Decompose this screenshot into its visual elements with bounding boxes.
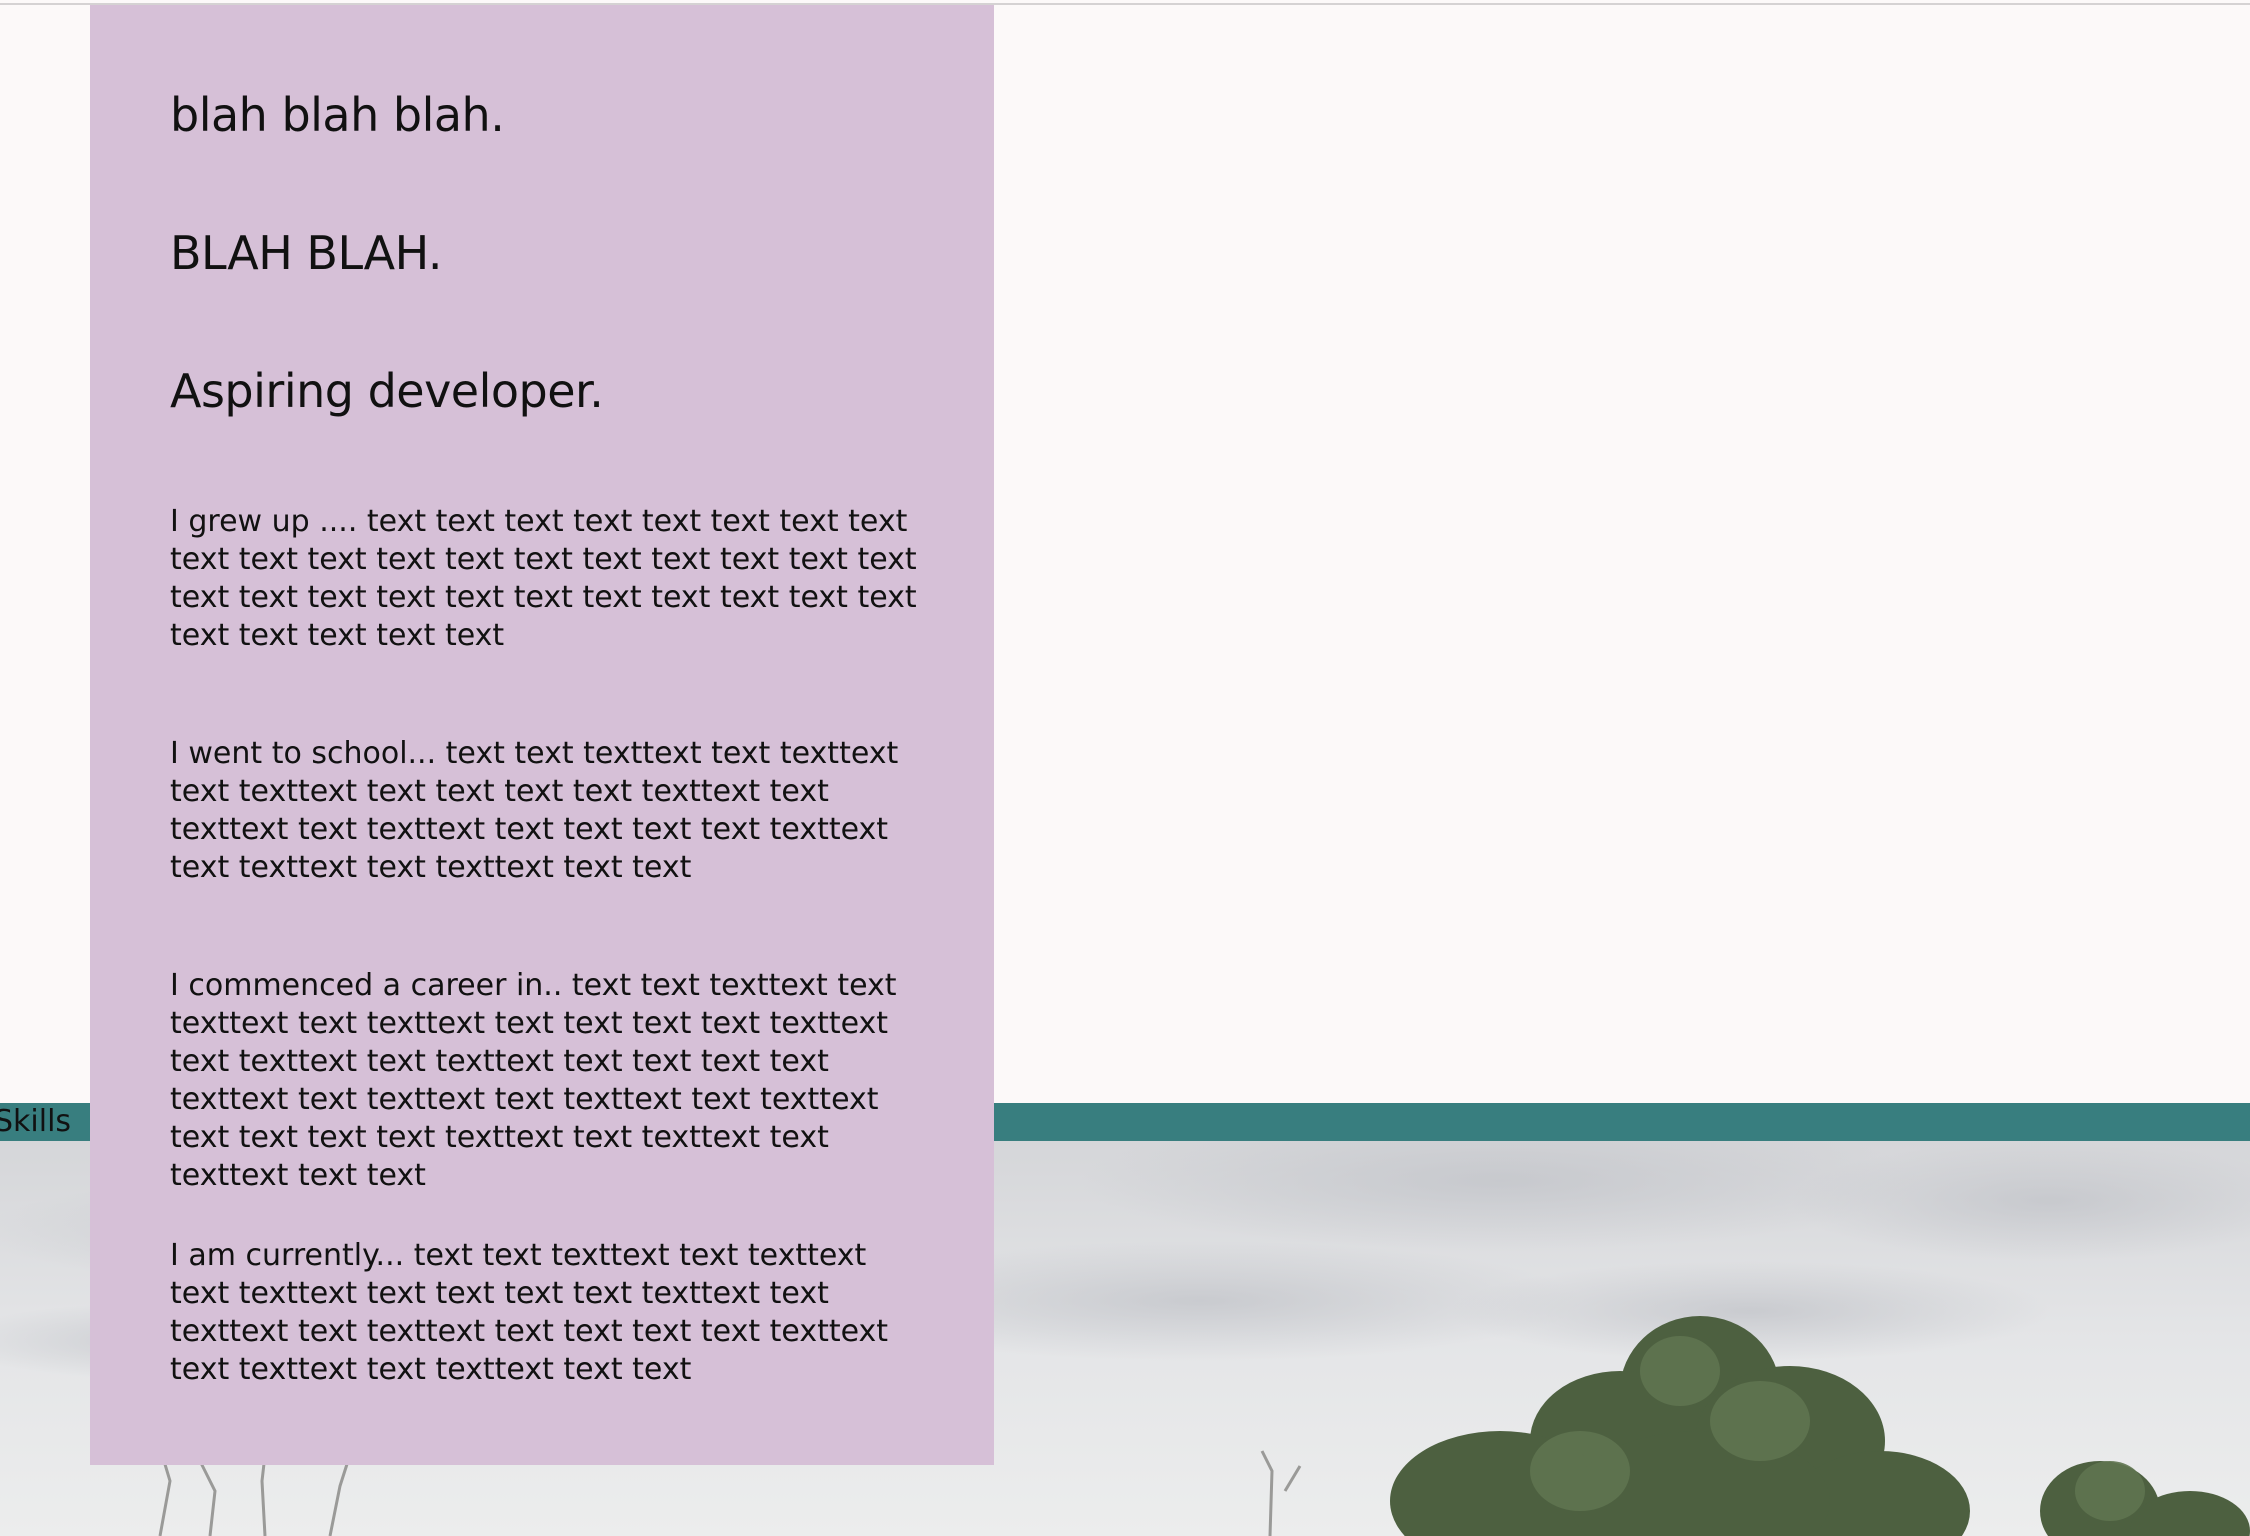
about-paragraph-current: I am currently... text text texttext tex… <box>170 1238 889 1387</box>
about-heading-secondary: BLAH BLAH. <box>170 226 443 280</box>
about-paragraph-career: I commenced a career in.. text text text… <box>170 968 897 1193</box>
about-paragraph-childhood: I grew up .... text text text text text … <box>170 504 917 653</box>
about-paragraph-school: I went to school... text text texttext t… <box>170 736 899 885</box>
about-heading-role: Aspiring developer. <box>170 364 604 418</box>
about-card: blah blah blah. BLAH BLAH. Aspiring deve… <box>90 5 994 1465</box>
nav-skills-link[interactable]: Skills <box>0 1105 71 1139</box>
page: Skills blah blah blah. BLAH BLAH. Aspiri… <box>0 0 2250 1536</box>
about-heading-primary: blah blah blah. <box>170 88 505 142</box>
